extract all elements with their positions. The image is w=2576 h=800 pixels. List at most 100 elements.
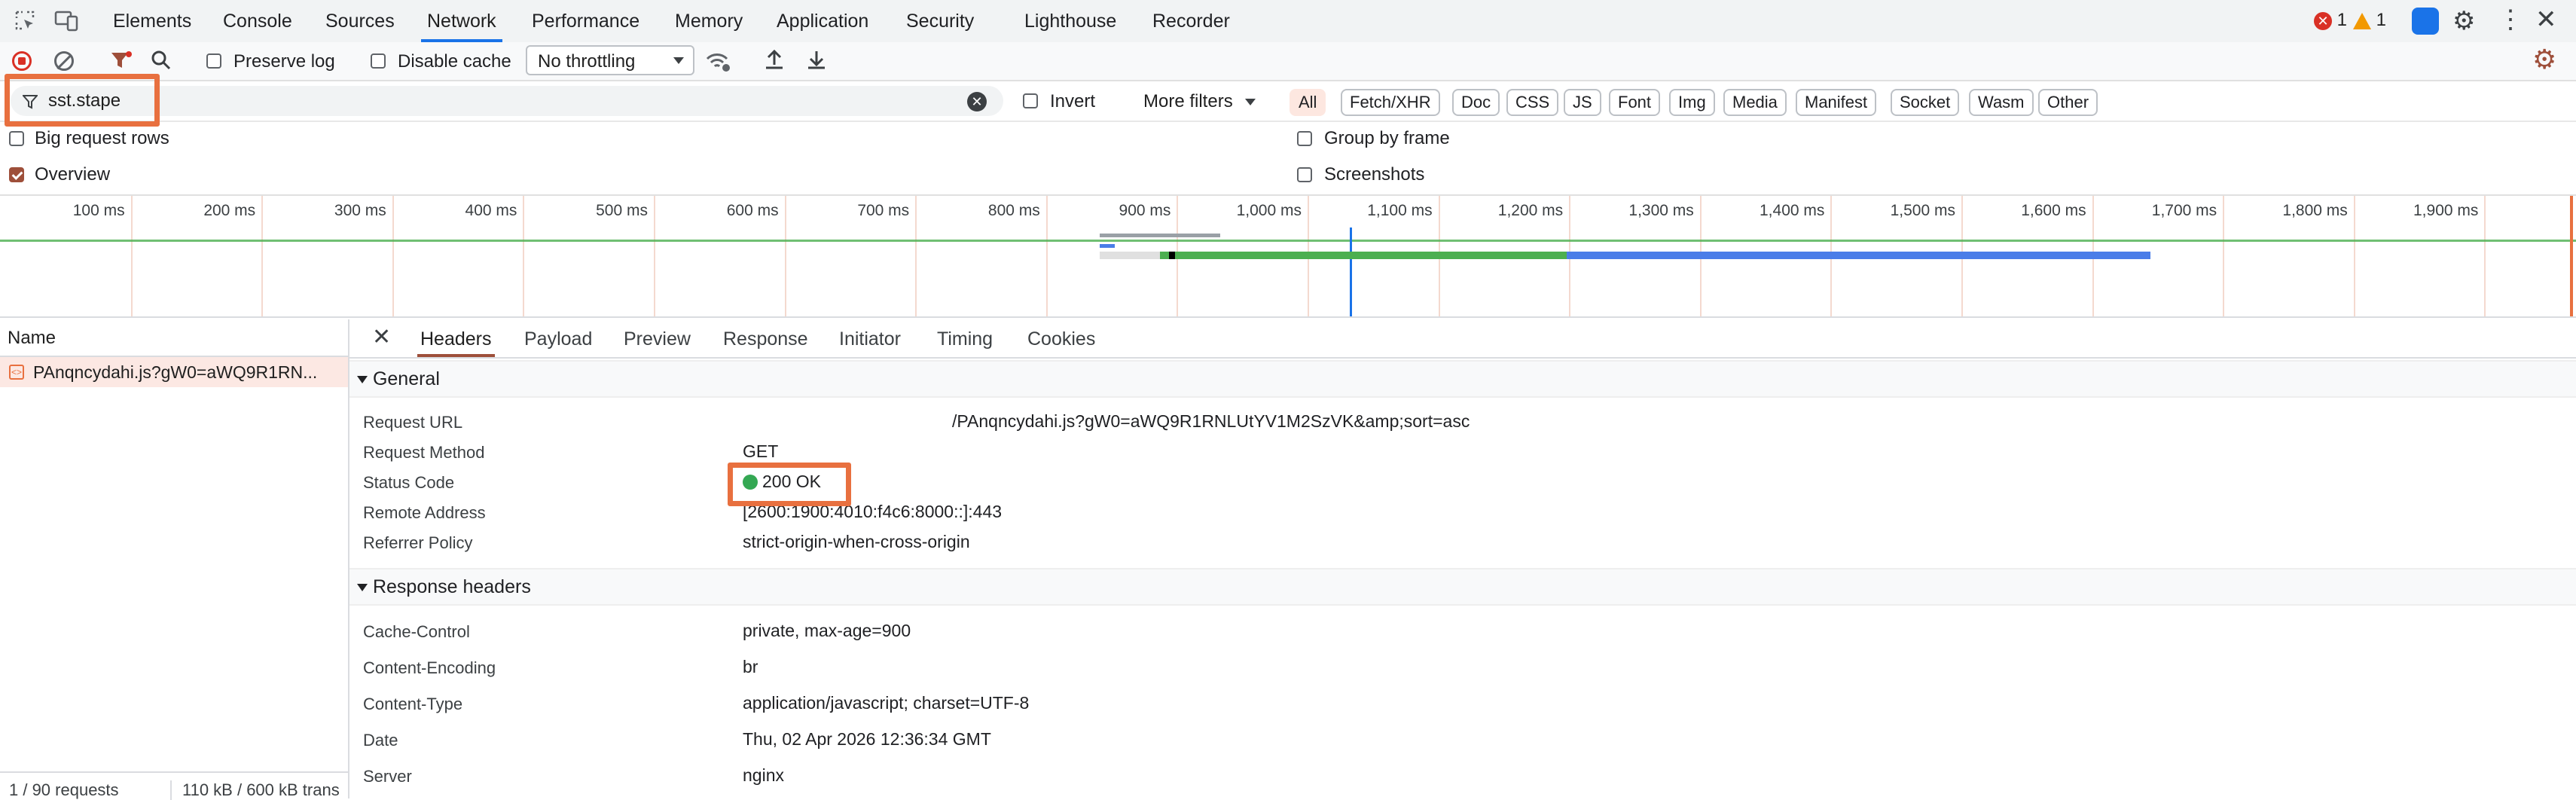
tab-security[interactable]: Security bbox=[906, 0, 974, 42]
type-filter-doc[interactable]: Doc bbox=[1452, 89, 1500, 116]
type-filter-css[interactable]: CSS bbox=[1506, 89, 1559, 116]
big-request-rows-label: Big request rows bbox=[35, 128, 169, 148]
type-filter-img[interactable]: Img bbox=[1669, 89, 1715, 116]
settings-gear-icon[interactable]: ⚙ bbox=[2452, 6, 2475, 36]
close-devtools-icon[interactable]: ✕ bbox=[2535, 5, 2557, 35]
tab-sources[interactable]: Sources bbox=[325, 0, 395, 42]
header-value[interactable]: /PAnqncydahi.js?gW0=aWQ9R1RNLUtYV1M2SzVK… bbox=[952, 411, 1470, 432]
search-icon[interactable] bbox=[151, 50, 172, 76]
header-key: Server bbox=[363, 767, 412, 786]
filter-bar: sst.stape ✕ Invert More filters All Fetc… bbox=[0, 81, 2576, 122]
request-count: 1 / 90 requests bbox=[9, 780, 119, 799]
tab-cookies[interactable]: Cookies bbox=[1027, 319, 1095, 357]
warning-count[interactable]: 1 bbox=[2353, 9, 2386, 32]
tab-elements[interactable]: Elements bbox=[113, 0, 191, 42]
tab-network[interactable]: Network bbox=[421, 0, 502, 42]
device-toolbar-icon[interactable] bbox=[54, 9, 78, 35]
error-count[interactable]: ✕ 1 bbox=[2314, 9, 2347, 32]
timeline-tick-label: 1,900 ms bbox=[2413, 202, 2479, 219]
status-highlight-box bbox=[728, 463, 851, 506]
header-value[interactable]: br bbox=[743, 657, 758, 677]
general-section-header[interactable]: General bbox=[349, 360, 2576, 398]
tab-timing[interactable]: Timing bbox=[937, 319, 993, 357]
group-by-frame-checkbox[interactable] bbox=[1297, 131, 1312, 146]
type-filter-js[interactable]: JS bbox=[1564, 89, 1601, 116]
overview-checkbox[interactable] bbox=[9, 167, 24, 182]
tab-initiator[interactable]: Initiator bbox=[839, 319, 901, 357]
clear-filter-icon[interactable]: ✕ bbox=[967, 92, 987, 111]
timeline-tick-line bbox=[2223, 196, 2225, 316]
more-filters-dropdown[interactable]: More filters bbox=[1143, 91, 1256, 112]
invert-checkbox[interactable] bbox=[1023, 93, 1038, 108]
screenshots-label: Screenshots bbox=[1324, 164, 1425, 185]
tab-response[interactable]: Response bbox=[723, 319, 808, 357]
tab-console[interactable]: Console bbox=[223, 0, 292, 42]
export-har-icon[interactable] bbox=[806, 48, 827, 76]
disable-cache-checkbox[interactable] bbox=[371, 53, 386, 69]
request-row[interactable]: <> PAnqncydahi.js?gW0=aWQ9R1RN... bbox=[0, 357, 348, 387]
timeline-end-marker bbox=[2570, 196, 2573, 316]
header-value[interactable]: GET bbox=[743, 441, 778, 462]
timeline-tick-line bbox=[261, 196, 264, 316]
type-filter-font[interactable]: Font bbox=[1609, 89, 1661, 116]
header-value[interactable]: Thu, 02 Apr 2026 12:36:34 GMT bbox=[743, 729, 991, 750]
timeline-tick-label: 1,100 ms bbox=[1367, 202, 1433, 219]
load-marker-line bbox=[1350, 227, 1352, 316]
request-name: PAnqncydahi.js?gW0=aWQ9R1RN... bbox=[33, 362, 318, 382]
response-headers-section-header[interactable]: Response headers bbox=[349, 568, 2576, 606]
tab-memory[interactable]: Memory bbox=[675, 0, 743, 42]
request-detail-panel: ✕ Headers Payload Preview Response Initi… bbox=[349, 319, 2576, 798]
network-conditions-icon[interactable] bbox=[705, 50, 731, 78]
throttling-select[interactable]: No throttling bbox=[526, 45, 694, 75]
header-key: Date bbox=[363, 731, 398, 750]
network-settings-gear-icon[interactable]: ⚙ bbox=[2532, 44, 2556, 75]
more-options-icon[interactable]: ⋮ bbox=[2498, 5, 2523, 35]
request-bar-waiting bbox=[1160, 252, 1567, 259]
type-filter-media[interactable]: Media bbox=[1723, 89, 1787, 116]
tab-headers[interactable]: Headers bbox=[417, 319, 494, 357]
close-detail-icon[interactable]: ✕ bbox=[372, 324, 391, 350]
big-request-rows-checkbox[interactable] bbox=[9, 131, 24, 146]
request-bar-secondary bbox=[1100, 234, 1220, 237]
screenshots-checkbox[interactable] bbox=[1297, 167, 1312, 182]
type-filter-socket[interactable]: Socket bbox=[1891, 89, 1960, 116]
tab-recorder[interactable]: Recorder bbox=[1152, 0, 1230, 42]
inspect-element-icon[interactable] bbox=[14, 9, 36, 35]
timeline-tick-label: 1,200 ms bbox=[1497, 202, 1564, 219]
tab-payload[interactable]: Payload bbox=[524, 319, 592, 357]
request-bar-marker bbox=[1169, 252, 1175, 259]
record-stop-icon[interactable] bbox=[12, 51, 32, 71]
header-key: Request Method bbox=[363, 443, 485, 462]
type-filter-all[interactable]: All bbox=[1290, 89, 1326, 116]
error-icon: ✕ bbox=[2314, 11, 2332, 30]
header-key: Referrer Policy bbox=[363, 533, 473, 552]
type-filter-manifest[interactable]: Manifest bbox=[1796, 89, 1877, 116]
preserve-log-checkbox[interactable] bbox=[206, 53, 221, 69]
request-bar-queued bbox=[1100, 252, 1160, 259]
header-value[interactable]: application/javascript; charset=UTF-8 bbox=[743, 693, 1029, 713]
name-column-header[interactable]: Name bbox=[0, 319, 348, 357]
type-filter-wasm[interactable]: Wasm bbox=[1969, 89, 2034, 116]
type-filter-other[interactable]: Other bbox=[2038, 89, 2098, 116]
devtools-tab-bar: Elements Console Sources Network Perform… bbox=[0, 0, 2576, 44]
tab-lighthouse[interactable]: Lighthouse bbox=[1024, 0, 1116, 42]
import-har-icon[interactable] bbox=[764, 48, 785, 76]
clear-icon[interactable] bbox=[54, 51, 74, 71]
tab-application[interactable]: Application bbox=[777, 0, 868, 42]
timeline-tick-line bbox=[2484, 196, 2486, 316]
invert-label: Invert bbox=[1050, 91, 1096, 111]
header-value[interactable]: nginx bbox=[743, 765, 784, 786]
header-value[interactable]: private, max-age=900 bbox=[743, 621, 911, 641]
timeline-tick-line bbox=[1045, 196, 1048, 316]
header-value[interactable]: strict-origin-when-cross-origin bbox=[743, 532, 970, 552]
tab-performance[interactable]: Performance bbox=[532, 0, 639, 42]
timeline-tick-label: 1,400 ms bbox=[1760, 202, 1825, 219]
header-key: Content-Encoding bbox=[363, 658, 496, 677]
timeline-tick-label: 1,300 ms bbox=[1628, 202, 1694, 219]
customize-devtools-icon[interactable] bbox=[2412, 8, 2439, 35]
timeline-tick-label: 1,600 ms bbox=[2021, 202, 2086, 219]
caret-down-icon bbox=[357, 376, 368, 384]
network-overview-timeline[interactable]: 100 ms 200 ms 300 ms 400 ms 500 ms 600 ms 700 … bbox=[0, 196, 2576, 318]
type-filter-fetch-xhr[interactable]: Fetch/XHR bbox=[1341, 89, 1440, 116]
tab-preview[interactable]: Preview bbox=[624, 319, 691, 357]
